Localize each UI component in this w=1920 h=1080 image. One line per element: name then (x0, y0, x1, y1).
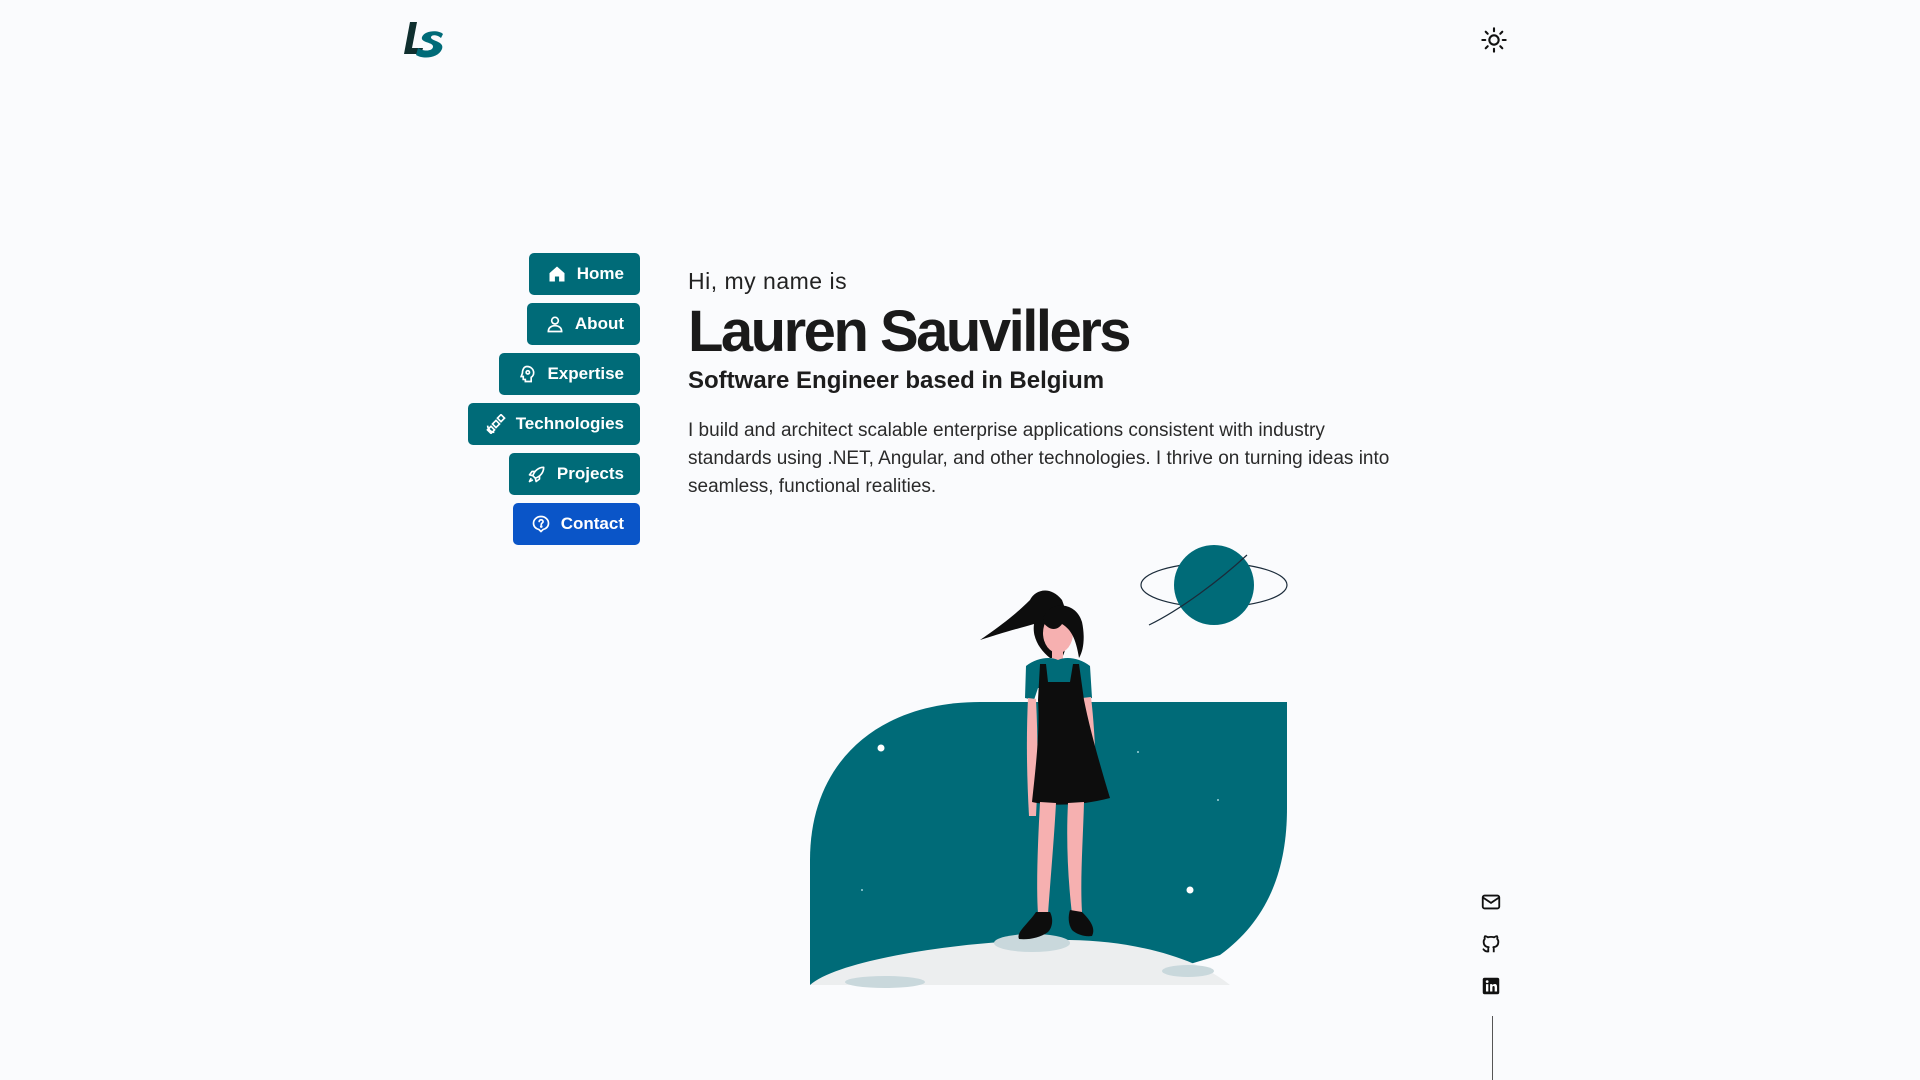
mail-icon (1481, 894, 1501, 910)
nav-home-button[interactable]: Home (528, 253, 640, 295)
page-title: Lauren Sauvillers (688, 299, 1132, 364)
nav-technologies-label: Technologies (515, 414, 624, 433)
greeting-text: Hi, my name is (688, 268, 848, 294)
user-icon (547, 316, 563, 333)
logo[interactable] (403, 18, 447, 62)
sun-icon (1481, 27, 1507, 53)
home-icon (549, 266, 565, 282)
nav-projects-button[interactable]: Projects (508, 453, 640, 495)
nav-about-button[interactable]: About (526, 303, 640, 345)
expertise-icon (520, 365, 535, 383)
linkedin-link[interactable] (1480, 975, 1506, 1001)
theme-toggle-button[interactable] (1480, 26, 1508, 54)
nav-contact-label: Contact (560, 514, 624, 533)
bio-paragraph: I build and architect scalable enterpris… (688, 420, 1390, 497)
rocket-icon (528, 466, 545, 483)
nav-about-label: About (574, 314, 624, 333)
nav-home-label: Home (576, 264, 624, 283)
social-divider-line (1492, 1016, 1493, 1080)
nav-contact-button[interactable]: Contact (512, 503, 640, 545)
github-link[interactable] (1480, 933, 1506, 959)
side-navigation: Home About Expertise Technologies Projec… (420, 253, 640, 545)
role-subtitle: Software Engineer based in Belgium (688, 367, 1105, 394)
email-link[interactable] (1480, 891, 1506, 917)
hero-illustration (810, 545, 1288, 988)
intro-section: Hi, my name is Lauren Sauvillers Softwar… (688, 268, 1408, 501)
nav-expertise-label: Expertise (547, 364, 624, 383)
nav-expertise-button[interactable]: Expertise (499, 353, 640, 395)
satellite-icon (485, 414, 506, 434)
github-icon (1482, 935, 1500, 953)
nav-technologies-button[interactable]: Technologies (467, 403, 640, 445)
linkedin-icon (1482, 977, 1500, 995)
help-bubble-icon (532, 515, 550, 533)
nav-projects-label: Projects (556, 464, 624, 483)
